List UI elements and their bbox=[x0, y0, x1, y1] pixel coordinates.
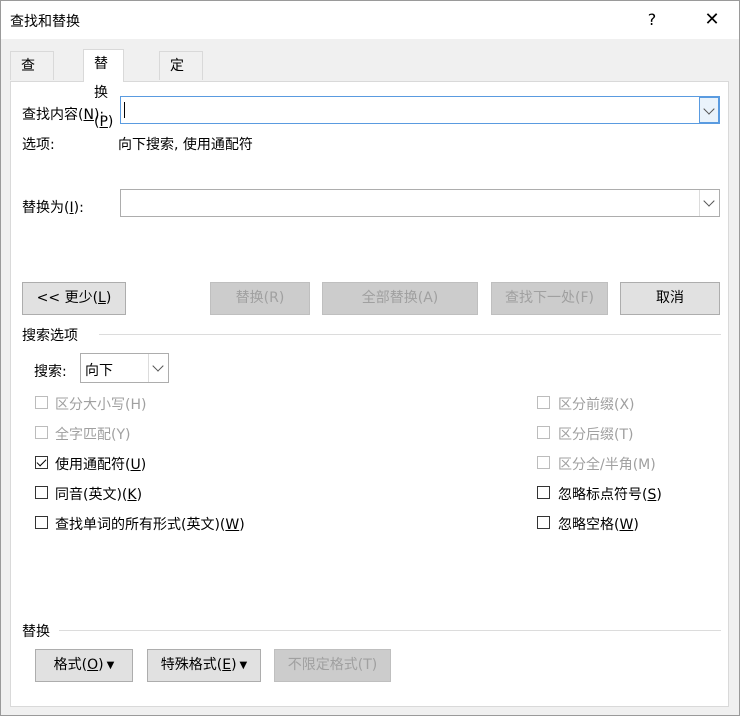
direction-dropdown-button[interactable] bbox=[148, 354, 168, 382]
divider bbox=[59, 630, 721, 631]
replace-all-button[interactable]: 全部替换(A) bbox=[322, 282, 478, 315]
no-formatting-button[interactable]: 不限定格式(T) bbox=[274, 649, 391, 682]
title-bar: 查找和替换 ? ✕ bbox=[1, 1, 739, 39]
tab-replace[interactable]: 替换(P) bbox=[83, 49, 125, 130]
search-direction-select[interactable]: 向下 bbox=[80, 353, 169, 383]
special-format-button[interactable]: 特殊格式(E) ▼ bbox=[147, 649, 261, 682]
close-button[interactable]: ✕ bbox=[689, 1, 735, 39]
format-button[interactable]: 格式(O) ▼ bbox=[35, 649, 133, 682]
match-prefix-checkbox[interactable] bbox=[537, 396, 550, 409]
tab-goto[interactable]: 定位(G) bbox=[159, 51, 203, 132]
options-value: 向下搜索, 使用通配符 bbox=[118, 137, 253, 153]
use-wildcards-label: 使用通配符(U) bbox=[55, 457, 147, 473]
replace-with-label: 替换为(I): bbox=[22, 200, 84, 216]
tab-find[interactable]: 查找(D) bbox=[10, 51, 54, 132]
match-suffix-label: 区分后缀(T) bbox=[558, 427, 634, 443]
match-prefix-label: 区分前缀(X) bbox=[558, 397, 635, 413]
all-word-forms-checkbox[interactable] bbox=[35, 516, 48, 529]
dropdown-arrow-icon: ▼ bbox=[106, 660, 115, 671]
cancel-button[interactable]: 取消 bbox=[620, 282, 720, 315]
replace-with-combobox[interactable] bbox=[120, 189, 720, 217]
chevron-down-icon bbox=[152, 360, 164, 372]
use-wildcards-checkbox[interactable] bbox=[35, 456, 48, 469]
dropdown-arrow-icon: ▼ bbox=[239, 660, 248, 671]
ignore-punctuation-label: 忽略标点符号(S) bbox=[558, 487, 662, 503]
divider bbox=[99, 334, 721, 335]
replace-panel: 查找内容(N): 选项: 向下搜索, 使用通配符 替换为(I): << 更少(L… bbox=[10, 81, 729, 707]
less-button[interactable]: << 更少(L) bbox=[22, 282, 126, 315]
ignore-space-label: 忽略空格(W) bbox=[558, 517, 639, 533]
text-caret bbox=[124, 102, 125, 118]
whole-word-checkbox[interactable] bbox=[35, 426, 48, 439]
match-width-label: 区分全/半角(M) bbox=[558, 457, 656, 473]
chevron-down-icon bbox=[703, 195, 715, 207]
find-dropdown-button[interactable] bbox=[699, 97, 719, 123]
window-title: 查找和替换 bbox=[10, 14, 80, 30]
match-width-checkbox[interactable] bbox=[537, 456, 550, 469]
whole-word-label: 全字匹配(Y) bbox=[55, 427, 131, 443]
all-word-forms-label: 查找单词的所有形式(英文)(W) bbox=[55, 517, 245, 533]
search-direction-value: 向下 bbox=[85, 363, 113, 379]
find-next-button[interactable]: 查找下一处(F) bbox=[491, 282, 608, 315]
find-what-label: 查找内容(N): bbox=[22, 107, 104, 123]
find-replace-dialog: 查找和替换 ? ✕ 查找(D) 替换(P) 定位(G) 查找内容(N): 选项:… bbox=[0, 0, 740, 716]
match-case-checkbox[interactable] bbox=[35, 396, 48, 409]
search-options-heading: 搜索选项 bbox=[22, 328, 78, 344]
options-label: 选项: bbox=[22, 137, 55, 153]
search-direction-label: 搜索: bbox=[34, 364, 67, 380]
chevron-down-icon bbox=[703, 103, 715, 115]
replace-section-heading: 替换 bbox=[22, 624, 50, 640]
replace-dropdown-button[interactable] bbox=[699, 190, 719, 216]
sounds-like-checkbox[interactable] bbox=[35, 486, 48, 499]
replace-button[interactable]: 替换(R) bbox=[210, 282, 310, 315]
ignore-punctuation-checkbox[interactable] bbox=[537, 486, 550, 499]
sounds-like-label: 同音(英文)(K) bbox=[55, 487, 143, 503]
help-button[interactable]: ? bbox=[629, 1, 675, 39]
match-case-label: 区分大小写(H) bbox=[55, 397, 147, 413]
ignore-space-checkbox[interactable] bbox=[537, 516, 550, 529]
find-what-combobox[interactable] bbox=[120, 96, 720, 124]
match-suffix-checkbox[interactable] bbox=[537, 426, 550, 439]
